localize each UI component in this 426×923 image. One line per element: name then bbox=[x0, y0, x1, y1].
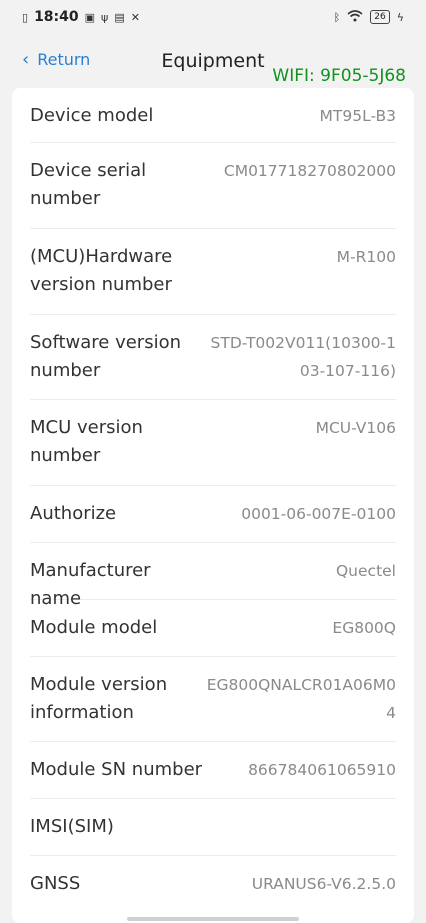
info-row-value: M-R100 bbox=[336, 248, 396, 266]
info-row-label: Module version information bbox=[30, 674, 168, 723]
info-row-value: MCU-V106 bbox=[315, 419, 396, 437]
info-row-value: URANUS6-V6.2.5.0 bbox=[251, 875, 396, 893]
wifi-label: WIFI: 9F05-5J68 bbox=[272, 66, 406, 86]
info-row-value: EG800QNALCR01A06M04 bbox=[206, 676, 396, 722]
info-row: IMSI(SIM) bbox=[30, 799, 396, 856]
info-row: Module version information EG800QNALCR01A… bbox=[30, 657, 396, 742]
status-time: 18:40 bbox=[34, 9, 79, 25]
info-row-value: EG800Q bbox=[332, 619, 396, 637]
info-list: Device model MT95L-B3 Device serial number… bbox=[12, 88, 414, 913]
info-row: Module model EG800Q bbox=[30, 600, 396, 657]
info-row-value: 0001-06-007E-0100 bbox=[241, 505, 396, 523]
info-row-label: Device serial number bbox=[30, 160, 147, 209]
info-row-label: Authorize bbox=[30, 503, 117, 524]
equipment-info-card: Device model MT95L-B3 Device serial number… bbox=[12, 88, 414, 923]
info-row-value: MT95L-B3 bbox=[319, 107, 396, 125]
info-row-label: IMSI(SIM) bbox=[30, 816, 114, 837]
battery-icon: 26 bbox=[370, 10, 390, 24]
info-row-value bbox=[206, 813, 396, 855]
info-row-value: 866784061065910 bbox=[248, 761, 396, 779]
info-row: Manufacturer name Quectel bbox=[30, 543, 396, 609]
home-indicator[interactable] bbox=[127, 917, 299, 921]
info-row-label: Module model bbox=[30, 617, 158, 638]
info-row-label: Software version number bbox=[30, 332, 181, 381]
info-row: GNSS URANUS6-V6.2.5.0 bbox=[30, 856, 396, 913]
info-row: (MCU)Hardware version number M-R100 bbox=[30, 229, 396, 315]
info-row-label: GNSS bbox=[30, 873, 81, 894]
info-row-label: Module SN number bbox=[30, 759, 203, 780]
info-row: Device serial number CM017718270802000 bbox=[30, 143, 396, 229]
sim-icon: ▤ bbox=[114, 10, 125, 24]
info-row-value: Quectel bbox=[335, 562, 396, 580]
status-right: ᛒ 26 ϟ bbox=[334, 10, 404, 24]
status-bar: ▯ 18:40 ▣ ψ ▤ ✕ ᛒ 26 ϟ bbox=[0, 0, 426, 34]
info-row: Software version number STD-T002V011(1030… bbox=[30, 315, 396, 400]
notification-icon: ▯ bbox=[22, 10, 29, 24]
info-row: MCU version number MCU-V106 bbox=[30, 400, 396, 486]
info-row-label: Manufacturer name bbox=[30, 560, 151, 609]
tools-icon: ✕ bbox=[130, 10, 140, 24]
usb-icon: ψ bbox=[101, 10, 109, 24]
info-row-value: STD-T002V011(10300-103-107-116) bbox=[210, 334, 396, 380]
info-row: Module SN number 866784061065910 bbox=[30, 742, 396, 799]
info-row-label: (MCU)Hardware version number bbox=[30, 246, 173, 295]
wifi-icon bbox=[347, 10, 363, 24]
bluetooth-icon: ᛒ bbox=[333, 10, 341, 24]
info-row-label: MCU version number bbox=[30, 417, 143, 466]
charging-icon: ϟ bbox=[396, 10, 404, 24]
info-row: Device model MT95L-B3 bbox=[30, 88, 396, 143]
app-icon: ▣ bbox=[84, 10, 96, 24]
info-row: Authorize 0001-06-007E-0100 bbox=[30, 486, 396, 543]
info-row-value: CM017718270802000 bbox=[223, 162, 396, 180]
status-left: ▯ 18:40 ▣ ψ ▤ ✕ bbox=[22, 9, 140, 25]
info-row-label: Device model bbox=[30, 105, 154, 126]
